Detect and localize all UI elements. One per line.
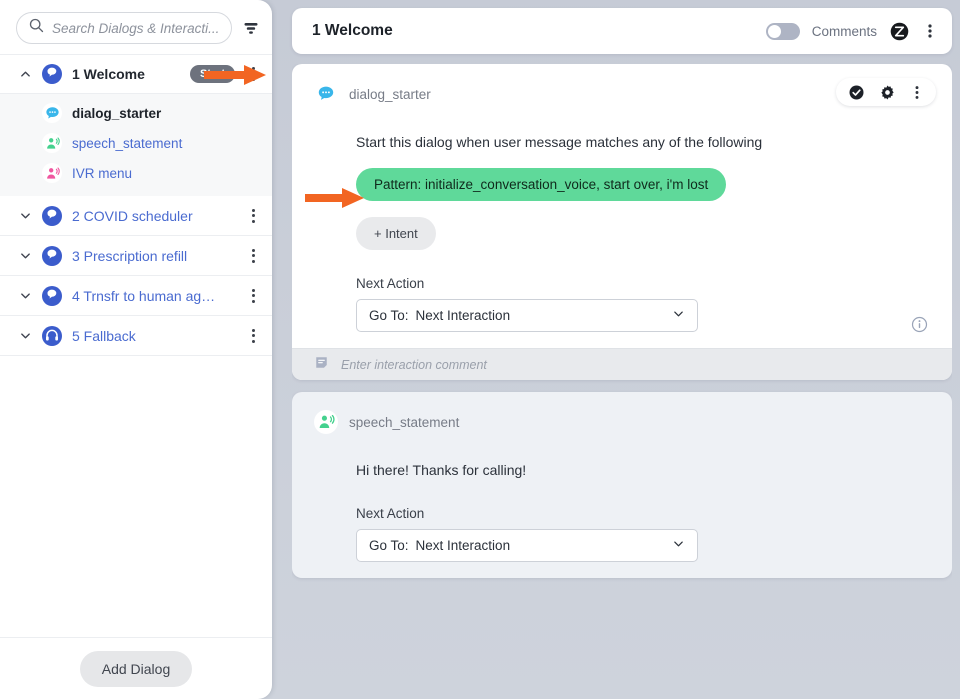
sidebar-child-label: dialog_starter [72, 105, 162, 121]
card-message: Hi there! Thanks for calling! [356, 462, 527, 478]
next-action-label: Next Action [356, 506, 425, 521]
sidebar-dialog-label: 1 Welcome [72, 66, 145, 82]
comments-label: Comments [811, 23, 877, 39]
card-name-label: speech_statement [349, 414, 460, 430]
sidebar: Search Dialogs & Interacti... 1 Welcome … [0, 0, 272, 699]
sidebar-footer: Add Dialog [0, 637, 272, 699]
search-placeholder-text: Search Dialogs & Interacti... [52, 20, 220, 36]
sidebar-dialog-menu-icon[interactable] [244, 288, 262, 303]
card-name-label: dialog_starter [349, 86, 431, 102]
topbar: 1 Welcome Comments [292, 8, 952, 54]
info-icon[interactable] [911, 316, 928, 338]
next-action-field: Next Action Go To: Next Interaction [356, 506, 930, 562]
interaction-comment-placeholder: Enter interaction comment [341, 357, 487, 372]
sidebar-dialog-1-welcome[interactable]: 1 Welcome Start [0, 54, 272, 94]
speaker-person-pink-icon [42, 163, 62, 183]
dialog-bubble-icon [41, 63, 63, 85]
add-intent-button[interactable]: + Intent [356, 217, 436, 250]
sidebar-dialog-3-prescription-refill[interactable]: 3 Prescription refill [0, 236, 272, 276]
chevron-down-icon[interactable] [18, 289, 32, 303]
speaker-person-green-icon [314, 410, 338, 434]
headset-icon [41, 325, 63, 347]
dialog-bubble-icon [41, 245, 63, 267]
chevron-down-icon[interactable] [18, 329, 32, 343]
close-circle-icon[interactable] [889, 21, 910, 42]
search-icon [29, 18, 44, 38]
chevron-down-icon[interactable] [18, 249, 32, 263]
intent-pattern-pill[interactable]: Pattern: initialize_conversation_voice, … [356, 168, 727, 201]
search-input[interactable]: Search Dialogs & Interacti... [16, 12, 233, 44]
interaction-comment-bar[interactable]: Enter interaction comment [292, 348, 952, 380]
speaker-person-green-icon [42, 133, 62, 153]
card-body: speech_statement Hi there! Thanks for ca… [292, 392, 952, 578]
next-action-value: Next Interaction [415, 308, 511, 323]
sidebar-dialog-1-children: dialog_starter speech_statement IVR menu [0, 94, 272, 196]
toggle-knob [767, 24, 781, 38]
next-action-select[interactable]: Go To: Next Interaction [356, 299, 698, 332]
gear-icon[interactable] [879, 84, 896, 101]
dialog-bubble-icon [41, 285, 63, 307]
check-circle-icon[interactable] [848, 84, 865, 101]
card-description: Start this dialog when user message matc… [356, 134, 763, 150]
interaction-cards: dialog_starter Start this dialog when us… [292, 64, 952, 699]
sidebar-dialog-menu-icon[interactable] [244, 248, 262, 263]
sidebar-dialog-label: 3 Prescription refill [72, 247, 188, 264]
dialog-bubble-icon [41, 205, 63, 227]
page-title: 1 Welcome [312, 22, 393, 39]
sidebar-dialog-4-transfer-to-human-agent[interactable]: 4 Trnsfr to human ag… [0, 276, 272, 316]
speech-bubble-blue-icon [314, 82, 338, 106]
card-header: speech_statement [314, 410, 930, 434]
sidebar-dialog-2-covid-scheduler[interactable]: 2 COVID scheduler [0, 196, 272, 236]
sidebar-item-ivr-menu[interactable]: IVR menu [0, 158, 272, 188]
chevron-down-icon [672, 537, 685, 555]
status-badge-start: Start [189, 65, 235, 83]
interaction-card-speech-statement[interactable]: speech_statement Hi there! Thanks for ca… [292, 392, 952, 578]
comment-icon [314, 355, 329, 375]
sidebar-dialog-menu-icon[interactable] [244, 67, 262, 81]
next-action-label: Next Action [356, 276, 425, 291]
next-action-value: Next Interaction [415, 538, 511, 553]
sidebar-dialog-menu-icon[interactable] [244, 208, 262, 223]
next-action-field: Next Action Go To: Next Interaction [356, 276, 930, 332]
next-action-select[interactable]: Go To: Next Interaction [356, 529, 698, 562]
main-panel: 1 Welcome Comments dialog_starter Start … [272, 0, 960, 699]
speech-bubble-blue-icon [42, 103, 62, 123]
next-action-prefix: Go To: [369, 538, 409, 553]
sidebar-item-speech-statement[interactable]: speech_statement [0, 128, 272, 158]
chevron-down-icon [672, 307, 685, 325]
chevron-down-icon[interactable] [18, 209, 32, 223]
filter-icon[interactable] [242, 15, 260, 41]
search-row: Search Dialogs & Interacti... [0, 0, 272, 54]
interaction-card-dialog-starter[interactable]: dialog_starter Start this dialog when us… [292, 64, 952, 380]
dialog-tree: 1 Welcome Start dialog_starter speech_st… [0, 54, 272, 637]
next-action-prefix: Go To: [369, 308, 409, 323]
sidebar-dialog-label: 4 Trnsfr to human ag… [72, 287, 216, 304]
app-root: Search Dialogs & Interacti... 1 Welcome … [0, 0, 960, 699]
sidebar-dialog-menu-icon[interactable] [244, 328, 262, 343]
sidebar-item-dialog-starter[interactable]: dialog_starter [0, 98, 272, 128]
comments-toggle[interactable] [765, 22, 800, 40]
card-body: dialog_starter Start this dialog when us… [292, 64, 952, 348]
add-dialog-button[interactable]: Add Dialog [79, 650, 193, 687]
sidebar-dialog-label: 2 COVID scheduler [72, 207, 193, 224]
sidebar-dialog-5-fallback[interactable]: 5 Fallback [0, 316, 272, 356]
card-toolbar [836, 78, 936, 106]
sidebar-child-label: IVR menu [72, 165, 133, 181]
vertical-dots-icon[interactable] [922, 22, 938, 40]
chevron-up-icon[interactable] [18, 67, 32, 81]
vertical-dots-icon[interactable] [910, 84, 924, 101]
sidebar-child-label: speech_statement [72, 135, 183, 151]
sidebar-dialog-label: 5 Fallback [72, 327, 136, 344]
